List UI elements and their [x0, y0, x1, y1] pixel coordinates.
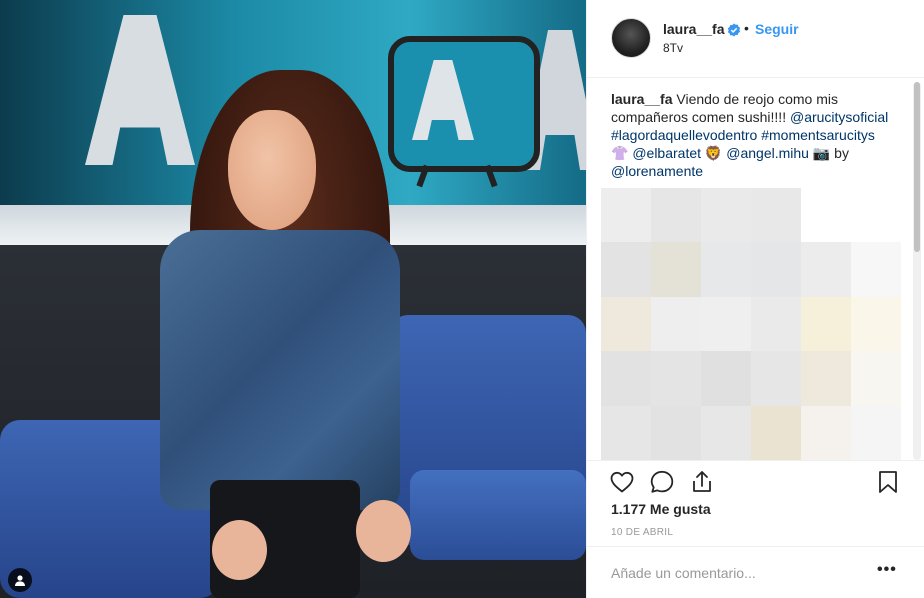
mention-elbaratet[interactable]: @elbaratet: [632, 145, 701, 161]
share-icon[interactable]: [689, 469, 715, 495]
post-caption: laura__fa Viendo de reojo como mis compa…: [611, 90, 891, 180]
comments-scroll-area[interactable]: laura__fa Viendo de reojo como mis compa…: [587, 78, 913, 460]
comment-bubble-icon[interactable]: [649, 469, 675, 495]
mention-lorenamente[interactable]: @lorenamente: [611, 163, 703, 179]
post-header: laura__fa • Seguir 8Tv: [587, 0, 924, 78]
pixelated-comments-area: [601, 188, 901, 460]
lion-emoji: 🦁: [704, 145, 723, 161]
follow-button[interactable]: Seguir: [755, 21, 799, 37]
post-sidebar: laura__fa • Seguir 8Tv laura__fa Viendo …: [586, 0, 924, 598]
verified-badge-icon: [727, 23, 741, 37]
person-hand-right: [356, 500, 411, 562]
person-denim-jacket: [160, 230, 400, 510]
caption-username[interactable]: laura__fa: [611, 91, 672, 107]
user-tag-icon[interactable]: [8, 568, 32, 592]
avatar[interactable]: [611, 18, 651, 58]
more-options-button[interactable]: •••: [877, 561, 897, 579]
post-actions-bar: [587, 460, 924, 500]
add-comment-bar: •••: [587, 546, 924, 598]
heart-icon[interactable]: [609, 469, 635, 495]
author-username[interactable]: laura__fa: [663, 21, 724, 37]
hashtag-lagordaquellevodentro[interactable]: #lagordaquellevodentro: [611, 127, 757, 143]
shirt-emoji: 👚: [611, 145, 629, 161]
person-hand-left: [212, 520, 267, 580]
post-location[interactable]: 8Tv: [663, 41, 683, 55]
post-photo[interactable]: [0, 0, 586, 598]
mention-arucitysoficial[interactable]: @arucitysoficial: [790, 109, 888, 125]
hashtag-momentsarucitys[interactable]: #momentsarucitys: [761, 127, 875, 143]
caption-by-text: by: [830, 145, 849, 161]
like-count[interactable]: 1.177 Me gusta: [611, 501, 711, 517]
mention-angel-mihu[interactable]: @angel.mihu: [726, 145, 809, 161]
comments-scrollbar[interactable]: [913, 82, 921, 460]
post-date[interactable]: 10 DE ABRIL: [611, 527, 673, 538]
separator-dot: •: [744, 20, 749, 36]
comment-input[interactable]: [611, 563, 861, 583]
camera-emoji: 📷: [812, 145, 831, 161]
scrollbar-thumb[interactable]: [914, 82, 920, 252]
person-face: [228, 110, 316, 230]
bookmark-icon[interactable]: [875, 469, 901, 495]
blue-chair-seat: [410, 470, 586, 560]
